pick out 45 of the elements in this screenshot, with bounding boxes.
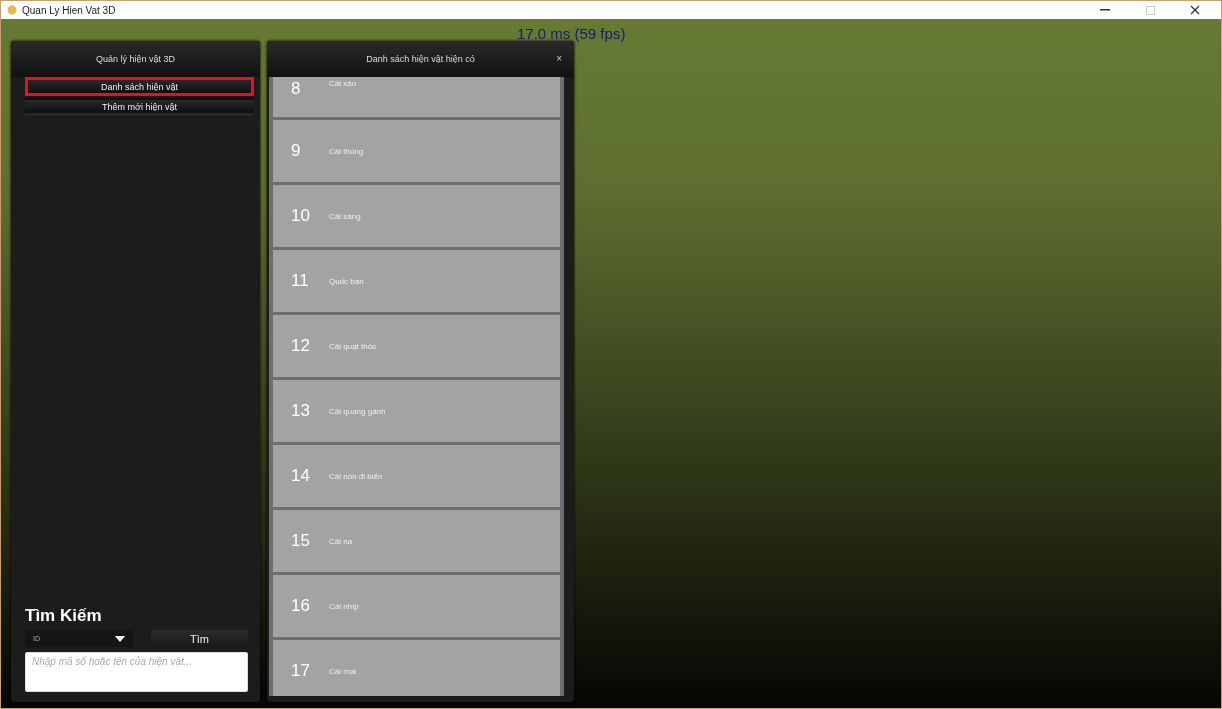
search-button[interactable]: Tìm: [151, 630, 248, 647]
list-item[interactable]: 12 Cái quạt thóc: [273, 315, 560, 377]
minimize-icon: [1100, 9, 1110, 11]
list-item[interactable]: 11 Quốc bàn: [273, 250, 560, 312]
close-icon: [1190, 5, 1200, 15]
item-number: 12: [291, 336, 311, 356]
item-number: 8: [291, 79, 302, 99]
item-name: Cái na: [329, 536, 353, 546]
item-number: 17: [291, 661, 311, 681]
list-item[interactable]: 15 Cái na: [273, 510, 560, 572]
item-number: 9: [291, 141, 302, 161]
panel-title: Quản lý hiện vật 3D: [95, 54, 175, 64]
item-number: 15: [291, 531, 311, 551]
panel-title: Danh sách hiện vật hiện có: [366, 54, 475, 64]
list-item[interactable]: 13 Cái quang gánh: [273, 380, 560, 442]
item-name: Quốc bàn: [329, 276, 364, 286]
item-number: 10: [291, 206, 311, 226]
menu-item[interactable]: Danh sách hiện vật: [25, 77, 254, 96]
item-name: Cái quạt thóc: [329, 341, 377, 351]
item-number: 14: [291, 466, 311, 486]
list-item[interactable]: 10 Cái sàng: [273, 185, 560, 247]
item-name: Cái sàng: [329, 211, 361, 221]
caret-icon: [115, 635, 125, 642]
list-item[interactable]: 16 Cái nhíp: [273, 575, 560, 637]
item-name: Cái xảo: [329, 79, 357, 88]
maximize-icon: [1145, 5, 1155, 15]
list-item[interactable]: 9 Cái thúng: [273, 120, 560, 182]
item-number: 11: [291, 271, 310, 291]
list-item[interactable]: 8 Cái xảo: [273, 77, 560, 117]
search-title: Tìm Kiếm: [25, 606, 103, 626]
item-name: Cái nhíp: [329, 601, 359, 611]
list-item[interactable]: 17 Cái mai: [273, 640, 560, 696]
app-icon: [7, 5, 17, 15]
item-name: Cái quang gánh: [329, 406, 386, 416]
list-item[interactable]: 14 Cái nón đi biển: [273, 445, 560, 507]
item-name: Cái nón đi biển: [329, 471, 383, 481]
item-name: Cái mai: [329, 666, 357, 676]
item-name: Cái thúng: [329, 146, 364, 156]
item-number: 13: [291, 401, 311, 421]
close-button[interactable]: ×: [556, 53, 562, 64]
menu-item[interactable]: Thêm mới hiện vật: [25, 97, 254, 116]
window-title: Quan Ly Hien Vat 3D: [22, 4, 117, 16]
fps-counter: 17.0 ms (59 fps): [517, 25, 626, 42]
item-number: 16: [291, 596, 311, 616]
search-field[interactable]: Nhập mã số hoặc tên của hiện vật...: [25, 652, 248, 692]
